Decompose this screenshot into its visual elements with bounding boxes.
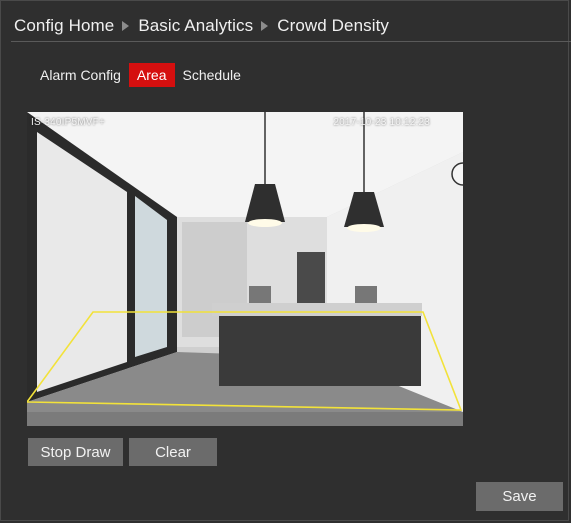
breadcrumb-crowd-density: Crowd Density bbox=[277, 16, 390, 35]
video-preview[interactable]: IS-340IP5MVF+ 2017-10-23 10:12:23 bbox=[27, 112, 463, 426]
header-divider bbox=[11, 41, 571, 42]
breadcrumb: Config Home Basic Analytics Crowd Densit… bbox=[14, 13, 389, 39]
tab-alarm-config[interactable]: Alarm Config bbox=[32, 63, 129, 87]
stop-draw-button[interactable]: Stop Draw bbox=[28, 438, 123, 466]
breadcrumb-separator-icon bbox=[122, 21, 130, 31]
tab-schedule[interactable]: Schedule bbox=[175, 63, 249, 87]
save-button[interactable]: Save bbox=[476, 482, 563, 511]
timestamp-overlay: 2017-10-23 10:12:23 bbox=[333, 117, 430, 128]
config-panel: Config Home Basic Analytics Crowd Densit… bbox=[0, 0, 571, 521]
breadcrumb-separator-icon bbox=[261, 21, 269, 31]
camera-name-overlay: IS-340IP5MVF+ bbox=[31, 117, 106, 128]
tab-area[interactable]: Area bbox=[128, 63, 175, 87]
breadcrumb-config-home[interactable]: Config Home bbox=[14, 16, 114, 36]
camera-scene bbox=[27, 112, 463, 426]
clear-button[interactable]: Clear bbox=[129, 438, 217, 466]
tab-bar: Alarm Config Area Schedule bbox=[32, 63, 249, 87]
breadcrumb-basic-analytics[interactable]: Basic Analytics bbox=[138, 16, 253, 36]
